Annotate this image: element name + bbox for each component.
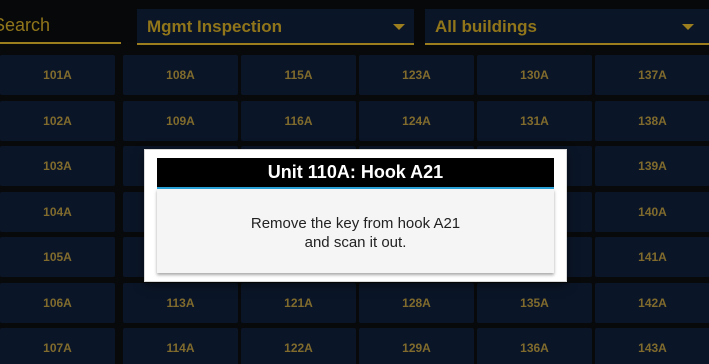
dialog-message-line-1: Remove the key from hook A21 bbox=[250, 215, 461, 232]
dialog-title: Unit 110A: Hook A21 bbox=[157, 158, 554, 189]
dialog-message-line-2: and scan it out. bbox=[304, 234, 407, 251]
app-window: Mgmt Inspection All buildings 101A108A11… bbox=[0, 0, 709, 364]
key-instruction-dialog: Unit 110A: Hook A21 Remove the key from … bbox=[145, 150, 566, 281]
dialog-body: Remove the key from hook A21 and scan it… bbox=[157, 189, 554, 273]
